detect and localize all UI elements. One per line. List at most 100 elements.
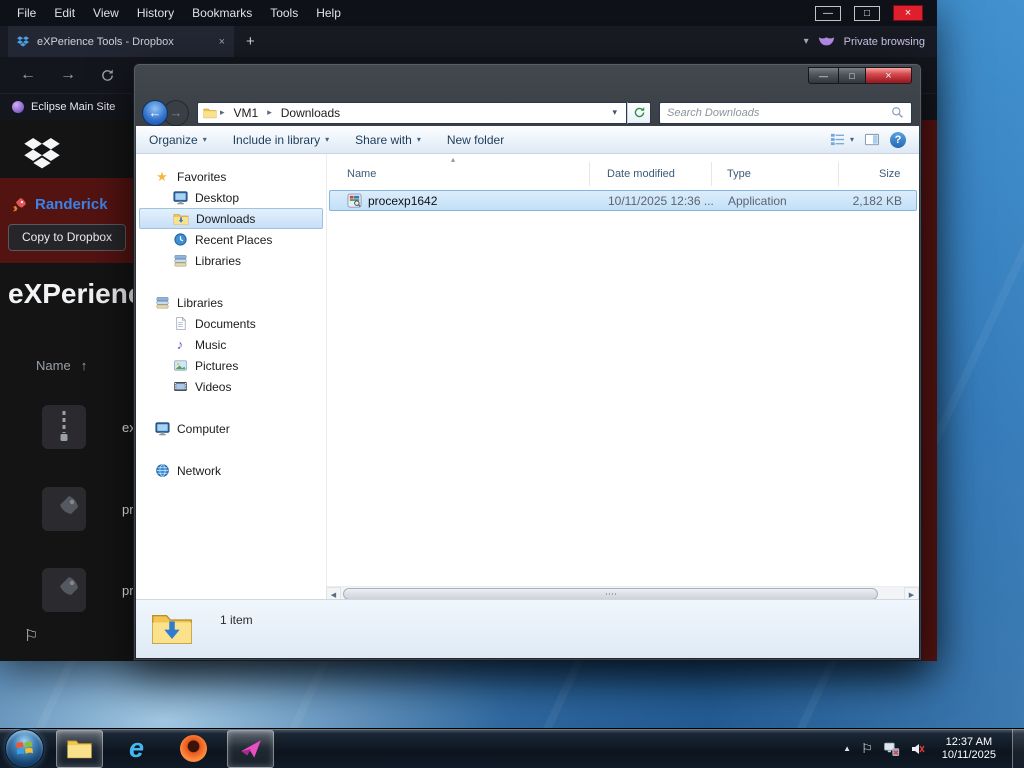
tabbar-right: ▾ Private browsing (804, 36, 937, 48)
page-brand-link[interactable]: Randerick (35, 196, 108, 213)
nav-item-documents[interactable]: Documents (136, 313, 326, 334)
copy-to-dropbox-button[interactable]: Copy to Dropbox (8, 224, 127, 251)
nav-item-pictures[interactable]: Pictures (136, 355, 326, 376)
show-desktop-button[interactable] (1012, 728, 1024, 768)
navigation-pane: ★ Favorites Desktop Downloads Recent Pla… (136, 154, 326, 586)
browser-menubar: File Edit View History Bookmarks Tools H… (0, 0, 937, 26)
nav-item-libraries-favorite[interactable]: Libraries (136, 250, 326, 271)
nav-item-downloads[interactable]: Downloads (139, 208, 323, 229)
browser-forward-icon[interactable]: → (60, 66, 76, 84)
breadcrumb-downloads[interactable]: Downloads (275, 106, 346, 120)
breadcrumb-vm1[interactable]: VM1 (228, 106, 265, 120)
address-folder-icon (203, 108, 217, 118)
computer-icon (154, 421, 170, 437)
menu-file[interactable]: File (8, 3, 45, 23)
page-flag-icon: ⚐ (24, 628, 39, 645)
nav-item-desktop[interactable]: Desktop (136, 187, 326, 208)
volume-status-icon[interactable] (910, 741, 926, 757)
explorer-body: Organize ▾ Include in library ▾ Share with… (136, 126, 919, 658)
taskbar-active-app-button[interactable] (227, 729, 274, 768)
explorer-window-controls: — □ × (808, 67, 912, 84)
nav-group-network[interactable]: Network (136, 460, 326, 481)
nav-item-videos[interactable]: Videos (136, 376, 326, 397)
taskbar-browser-button[interactable] (170, 730, 217, 768)
menu-help[interactable]: Help (307, 3, 350, 23)
file-size: 2,182 KB (852, 193, 902, 208)
name-header-label: Name (36, 358, 71, 373)
downloads-folder-icon (173, 211, 189, 227)
menu-edit[interactable]: Edit (45, 3, 84, 23)
tab-close-icon[interactable]: × (219, 36, 225, 48)
nav-item-music[interactable]: ♪ Music (136, 334, 326, 355)
nav-group-libraries[interactable]: Libraries (136, 292, 326, 313)
explorer-maximize-button[interactable]: □ (838, 67, 866, 84)
menu-bookmarks[interactable]: Bookmarks (183, 3, 261, 23)
organize-button[interactable]: Organize ▾ (149, 133, 207, 147)
nav-group-computer[interactable]: Computer (136, 418, 326, 439)
clock-time: 12:37 AM (945, 735, 993, 748)
zip-file-icon (42, 405, 86, 449)
preview-pane-icon[interactable] (864, 132, 880, 147)
explorer-main: ★ Favorites Desktop Downloads Recent Pla… (136, 154, 919, 586)
browser-back-icon[interactable]: ← (20, 66, 36, 84)
menu-history[interactable]: History (128, 3, 183, 23)
system-tray: ▲ ⚐ 12:37 AM 10/11/2025 (843, 728, 1024, 768)
desktop-icon (172, 190, 188, 206)
sort-ascending-icon: ↑ (80, 358, 88, 373)
new-tab-button[interactable]: + (246, 33, 255, 50)
change-view-button[interactable]: ▾ (830, 132, 854, 147)
menu-view[interactable]: View (84, 3, 128, 23)
taskbar-clock[interactable]: 12:37 AM 10/11/2025 (936, 736, 1002, 762)
search-box (659, 101, 912, 124)
explorer-close-button[interactable]: × (866, 67, 912, 84)
libraries-icon (154, 295, 170, 311)
new-folder-button[interactable]: New folder (447, 133, 504, 147)
column-header-type[interactable]: Type (712, 162, 839, 186)
tab-list-chevron-icon[interactable]: ▾ (804, 36, 809, 47)
explorer-back-button[interactable]: ← (142, 99, 168, 126)
browser-tab[interactable]: eXPerience Tools - Dropbox × (8, 26, 234, 57)
include-in-library-button[interactable]: Include in library ▾ (233, 133, 329, 147)
clock-date: 10/11/2025 (941, 748, 996, 761)
refresh-button[interactable] (627, 101, 651, 124)
videos-icon (172, 379, 188, 395)
address-dropdown-icon[interactable]: ▾ (608, 107, 621, 118)
explorer-window: — □ × ← → ▸ VM1 ▸ Downloads ▾ Search Dow… (133, 63, 922, 661)
menu-tools[interactable]: Tools (261, 3, 307, 23)
command-toolbar: Organize ▾ Include in library ▾ Share with… (136, 126, 919, 154)
rocket-icon (12, 197, 27, 212)
column-header-name[interactable]: Name (327, 162, 590, 186)
help-icon[interactable]: ? (890, 131, 906, 148)
show-hidden-icons-chevron[interactable]: ▲ (843, 744, 851, 753)
status-bar: 1 item (136, 599, 919, 658)
column-header-size[interactable]: Size (839, 162, 919, 186)
browser-reload-icon[interactable] (100, 68, 115, 83)
recent-places-icon (172, 232, 188, 248)
explorer-minimize-button[interactable]: — (808, 67, 838, 84)
browser-maximize-button[interactable]: □ (854, 5, 880, 21)
network-status-icon[interactable] (883, 740, 900, 757)
browser-window-controls: — □ × (815, 5, 923, 21)
nav-group-favorites[interactable]: ★ Favorites (136, 166, 326, 187)
chevron-down-icon: ▾ (416, 135, 421, 144)
file-name: procexp1642 (368, 193, 438, 208)
file-row-procexp1642[interactable]: procexp1642 10/11/2025 12:36 ... Applica… (329, 190, 917, 211)
browser-close-button[interactable]: × (893, 5, 923, 21)
bookmark-eclipse-main-site[interactable]: Eclipse Main Site (31, 101, 115, 113)
taskbar-ie-button[interactable]: e (113, 730, 160, 768)
tab-title: eXPerience Tools - Dropbox (37, 35, 174, 48)
search-input[interactable] (667, 106, 891, 119)
dropbox-favicon-icon (17, 36, 29, 47)
start-button[interactable] (5, 729, 44, 768)
taskbar-explorer-button[interactable] (56, 729, 103, 768)
column-header-date-modified[interactable]: Date modified (590, 162, 712, 186)
browser-minimize-button[interactable]: — (815, 5, 841, 21)
page-list-name-header[interactable]: Name ↑ (36, 358, 87, 373)
chevron-down-icon: ▾ (849, 135, 854, 144)
action-center-flag-icon[interactable]: ⚐ (861, 741, 873, 757)
address-bar[interactable]: ▸ VM1 ▸ Downloads ▾ (197, 101, 627, 124)
browser-tabbar: eXPerience Tools - Dropbox × + ▾ Private… (0, 26, 937, 57)
file-date-modified: 10/11/2025 12:36 ... (608, 193, 714, 208)
nav-item-recent-places[interactable]: Recent Places (136, 229, 326, 250)
share-with-button[interactable]: Share with ▾ (355, 133, 421, 147)
